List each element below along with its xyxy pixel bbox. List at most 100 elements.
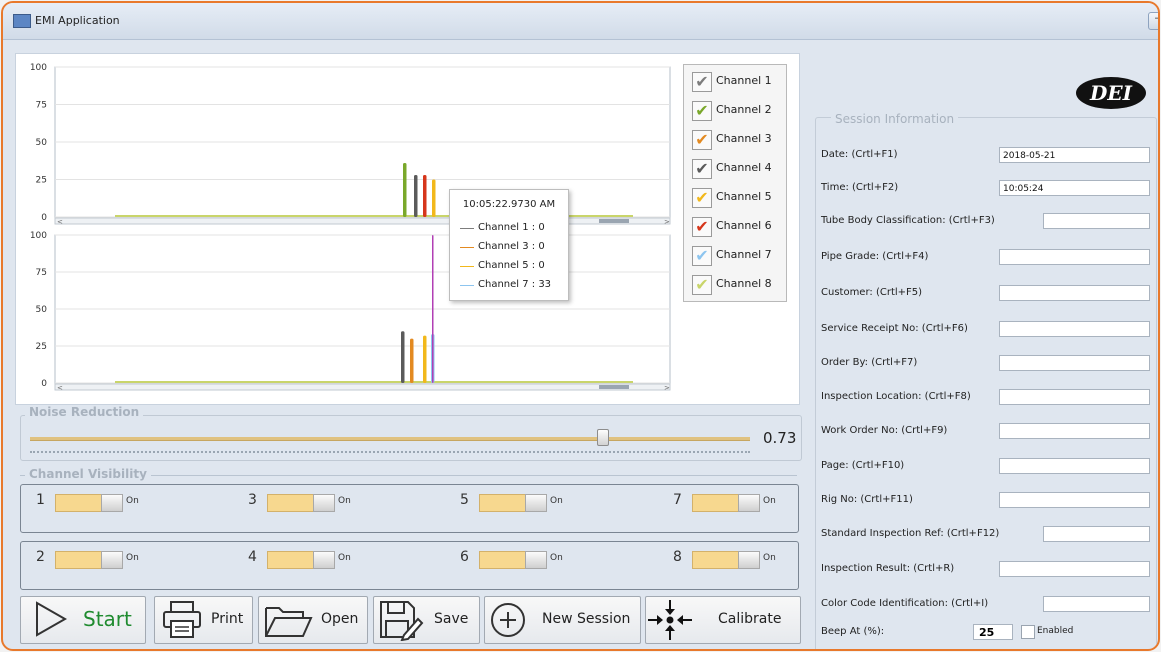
channel-toggle-7[interactable]: 7 On (673, 492, 793, 512)
series-bar (432, 179, 436, 217)
session-field-input[interactable] (999, 249, 1150, 265)
legend-checkbox-7[interactable]: ✔ (692, 246, 712, 266)
minimize-button[interactable]: — (1148, 11, 1158, 30)
toggle-knob[interactable] (313, 494, 335, 512)
floppy-disk-icon (380, 601, 424, 641)
legend-checkbox-2[interactable]: ✔ (692, 101, 712, 121)
session-field-input[interactable] (999, 285, 1150, 301)
session-field-input[interactable] (999, 492, 1150, 508)
toggle-switch[interactable] (55, 551, 123, 569)
session-field-input[interactable] (1043, 213, 1150, 229)
noise-slider-track[interactable] (30, 437, 750, 441)
beep-enabled-label: Enabled (1037, 626, 1074, 636)
scroll-left-arrow-icon: < (57, 218, 63, 226)
new-session-button[interactable]: New Session (484, 596, 641, 644)
tooltip-value: Channel 1 : 0 (478, 222, 545, 233)
toggle-knob[interactable] (738, 494, 760, 512)
tooltip-row: Channel 3 : 0 (450, 240, 568, 256)
channel-toggle-8[interactable]: 8 On (673, 549, 793, 569)
legend-item-channel-5[interactable]: ✔ Channel 5 (692, 187, 786, 209)
session-field-input[interactable] (1043, 526, 1150, 542)
channel-number: 8 (673, 549, 682, 565)
toggle-knob[interactable] (738, 551, 760, 569)
legend-item-channel-6[interactable]: ✔ Channel 6 (692, 216, 786, 238)
tooltip-series-swatch (460, 285, 474, 286)
channel-number: 3 (248, 492, 257, 508)
series-bar (403, 163, 407, 217)
toggle-state-label: On (126, 553, 139, 563)
session-field-label: Tube Body Classification: (Crtl+F3) (821, 215, 995, 226)
open-button[interactable]: Open (258, 596, 368, 644)
session-field-input[interactable] (999, 321, 1150, 337)
tooltip-value: Channel 3 : 0 (478, 241, 545, 252)
toggle-state-label: On (338, 553, 351, 563)
session-field-input[interactable] (999, 389, 1150, 405)
channel-toggle-3[interactable]: 3 On (248, 492, 368, 512)
legend-label: Channel 4 (716, 161, 772, 174)
session-field-input[interactable]: 2018-05-21 (999, 147, 1150, 163)
toggle-switch[interactable] (267, 494, 335, 512)
series-bar (401, 331, 405, 383)
series-bar (423, 175, 427, 217)
toggle-knob[interactable] (313, 551, 335, 569)
toggle-knob[interactable] (101, 551, 123, 569)
series-bar (423, 335, 427, 383)
channel-number: 2 (36, 549, 45, 565)
session-field-input[interactable]: 10:05:24 (999, 180, 1150, 196)
noise-slider-thumb[interactable] (597, 429, 610, 446)
save-button[interactable]: Save (373, 596, 480, 644)
print-button[interactable]: Print (154, 596, 253, 644)
y-tick-label: 100 (30, 63, 47, 73)
dei-logo: DEI (1076, 77, 1146, 109)
y-tick-label: 75 (36, 101, 47, 111)
legend-item-channel-2[interactable]: ✔ Channel 2 (692, 100, 786, 122)
session-field-input[interactable] (1043, 596, 1150, 612)
legend-checkbox-5[interactable]: ✔ (692, 188, 712, 208)
legend-item-channel-7[interactable]: ✔ Channel 7 (692, 245, 786, 267)
channel-toggle-2[interactable]: 2 On (36, 549, 156, 569)
session-field-input[interactable] (999, 355, 1150, 371)
scroll-left-arrow-icon: < (57, 384, 63, 392)
tooltip-series-swatch (460, 247, 474, 248)
toggle-switch[interactable] (55, 494, 123, 512)
start-button[interactable]: Start (20, 596, 146, 644)
session-field-input[interactable] (999, 458, 1150, 474)
chart-tooltip: 10:05:22.9730 AM Channel 1 : 0 Channel 3 … (449, 189, 569, 301)
legend-item-channel-8[interactable]: ✔ Channel 8 (692, 274, 786, 296)
legend-checkbox-3[interactable]: ✔ (692, 130, 712, 150)
beep-threshold-input[interactable]: 25 (973, 624, 1013, 640)
toggle-switch[interactable] (267, 551, 335, 569)
channel-toggle-6[interactable]: 6 On (460, 549, 580, 569)
channel-toggle-5[interactable]: 5 On (460, 492, 580, 512)
scrollbar-thumb (599, 219, 629, 223)
legend-label: Channel 8 (716, 277, 772, 290)
channel-toggle-1[interactable]: 1 On (36, 492, 156, 512)
legend-checkbox-4[interactable]: ✔ (692, 159, 712, 179)
legend-checkbox-1[interactable]: ✔ (692, 72, 712, 92)
toggle-switch[interactable] (692, 494, 760, 512)
session-field-input[interactable] (999, 423, 1150, 439)
toggle-knob[interactable] (525, 494, 547, 512)
legend-item-channel-1[interactable]: ✔ Channel 1 (692, 71, 786, 93)
toggle-switch[interactable] (479, 551, 547, 569)
session-field-label: Inspection Location: (Crtl+F8) (821, 391, 971, 402)
legend-checkbox-8[interactable]: ✔ (692, 275, 712, 295)
legend-checkbox-6[interactable]: ✔ (692, 217, 712, 237)
y-tick-label: 0 (41, 379, 47, 389)
toggle-knob[interactable] (525, 551, 547, 569)
session-field-label: Inspection Result: (Crtl+R) (821, 563, 955, 574)
legend-item-channel-3[interactable]: ✔ Channel 3 (692, 129, 786, 151)
session-field-label: Standard Inspection Ref: (Crtl+F12) (821, 528, 1000, 539)
new-session-label: New Session (542, 611, 631, 627)
session-field-input[interactable] (999, 561, 1150, 577)
toggle-switch[interactable] (479, 494, 547, 512)
calibrate-button[interactable]: Calibrate (645, 596, 801, 644)
play-icon (36, 601, 68, 637)
toggle-switch[interactable] (692, 551, 760, 569)
noise-reduction-title: Noise Reduction (25, 405, 144, 419)
beep-enabled-checkbox[interactable] (1021, 625, 1035, 639)
toggle-knob[interactable] (101, 494, 123, 512)
series-bar (432, 235, 434, 383)
legend-item-channel-4[interactable]: ✔ Channel 4 (692, 158, 786, 180)
channel-toggle-4[interactable]: 4 On (248, 549, 368, 569)
